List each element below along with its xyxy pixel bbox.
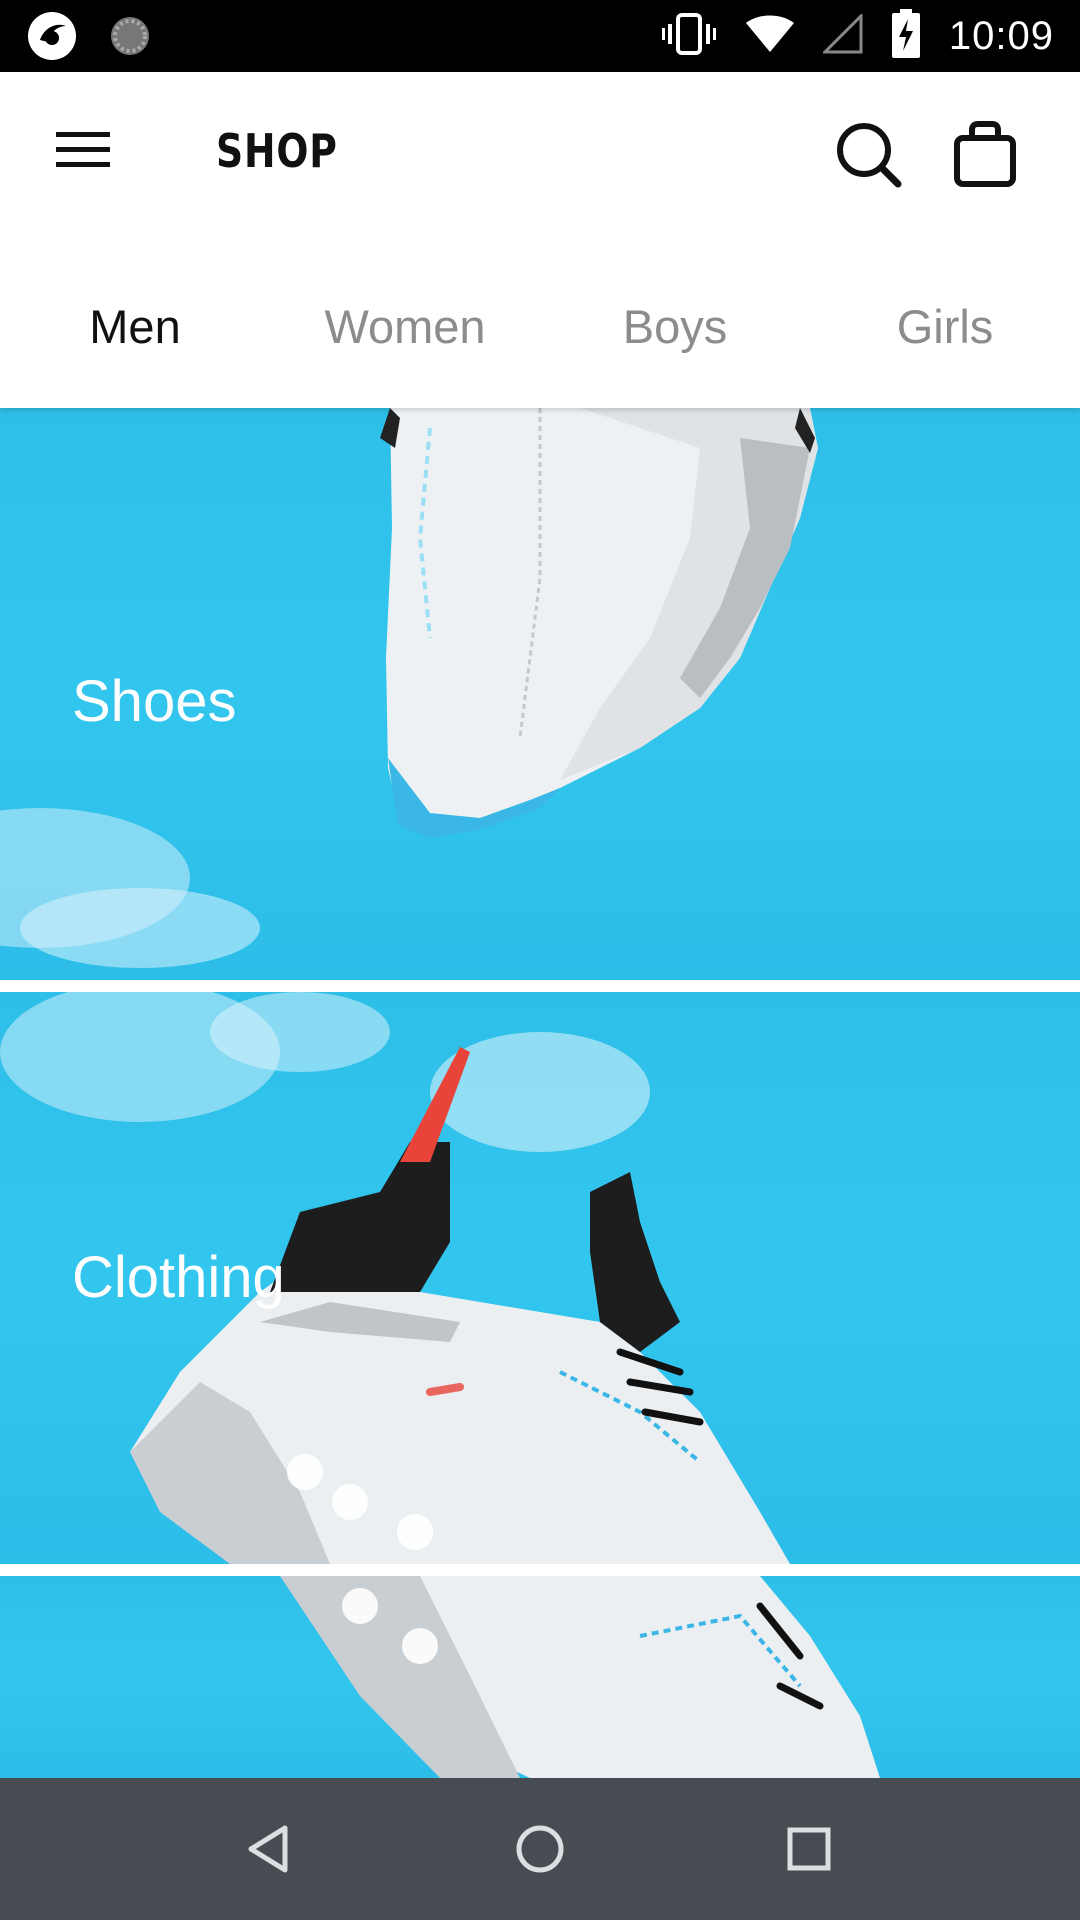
shopping-bag-button[interactable] <box>950 118 1020 190</box>
shopping-bag-icon <box>954 121 1016 187</box>
clock: 10:09 <box>948 13 1054 58</box>
system-nav-bar <box>0 1778 1080 1920</box>
back-icon <box>248 1825 288 1873</box>
vibrate-icon <box>661 12 717 61</box>
category-card-partial[interactable] <box>0 1576 1080 1778</box>
battery-charging-icon <box>891 8 921 64</box>
home-icon <box>516 1825 564 1873</box>
search-icon <box>837 123 902 188</box>
loading-icon <box>108 14 152 63</box>
category-label-shoes: Shoes <box>72 669 237 734</box>
tab-boys[interactable]: Boys <box>540 240 810 408</box>
tab-girls[interactable]: Girls <box>810 240 1080 408</box>
category-list: Shoes Clothing <box>0 408 1080 1778</box>
page-title: SHOP <box>216 124 338 178</box>
partial-image <box>280 1576 880 1778</box>
recents-button[interactable] <box>776 1816 842 1882</box>
status-bar: 10:09 <box>0 0 1080 72</box>
app-notification-icon <box>26 10 78 67</box>
category-card-clothing[interactable]: Clothing <box>0 992 1080 1564</box>
menu-icon <box>56 132 112 167</box>
category-label-clothing: Clothing <box>72 1245 285 1310</box>
menu-button[interactable] <box>48 122 118 182</box>
back-button[interactable] <box>237 1816 303 1882</box>
gender-tabs: Men Women Boys Girls <box>0 240 1080 408</box>
recents-icon <box>787 1827 831 1871</box>
wifi-icon <box>745 14 795 59</box>
category-card-shoes[interactable]: Shoes <box>0 408 1080 980</box>
home-button[interactable] <box>507 1816 573 1882</box>
tab-women[interactable]: Women <box>270 240 540 408</box>
tab-men[interactable]: Men <box>0 240 270 408</box>
search-button[interactable] <box>834 120 904 190</box>
cell-signal-icon <box>821 11 863 59</box>
app-bar: SHOP <box>0 72 1080 240</box>
